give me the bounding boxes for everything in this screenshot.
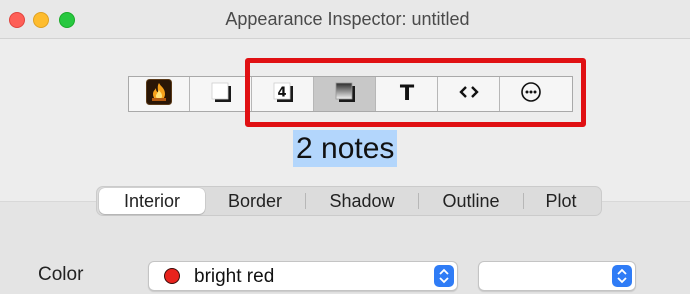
title-bar: Appearance Inspector: untitled: [0, 0, 690, 39]
secondary-popup[interactable]: [478, 261, 636, 291]
toolbar-button-flame[interactable]: [129, 77, 190, 111]
popup-stepper-icon: [434, 265, 454, 287]
toolbar-button-shadowed-square[interactable]: [190, 77, 252, 111]
shadowed-square-icon: [208, 79, 234, 110]
color-swatch: [164, 268, 180, 284]
color-label: Color: [38, 264, 84, 285]
tab-plot[interactable]: Plot: [524, 188, 598, 214]
window-title: Appearance Inspector: untitled: [225, 9, 470, 29]
tab-shadow[interactable]: Shadow: [306, 188, 418, 214]
popup-stepper-icon: [612, 265, 632, 287]
color-popup[interactable]: bright red: [148, 261, 458, 291]
color-popup-value: bright red: [194, 266, 275, 287]
segmented-tabs: Interior Border Shadow Outline Plot: [96, 186, 602, 216]
tab-interior[interactable]: Interior: [99, 188, 205, 214]
tab-border[interactable]: Border: [205, 188, 305, 214]
tab-outline[interactable]: Outline: [419, 188, 523, 214]
flame-icon: [146, 78, 172, 110]
selection-label: 2 notes: [293, 130, 398, 167]
red-highlight-box: [245, 58, 586, 127]
